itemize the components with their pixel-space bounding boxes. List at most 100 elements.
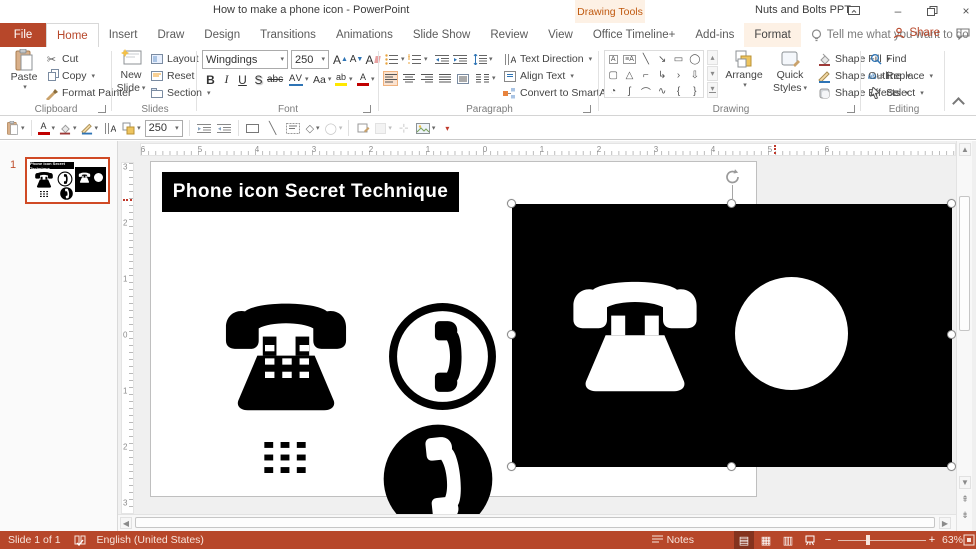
next-slide-button[interactable]: ⇟	[959, 509, 971, 522]
keypad-shape[interactable]	[263, 442, 307, 473]
clipboard-dialog-launcher[interactable]	[98, 105, 106, 113]
qat-shape-icon[interactable]: ◇ ▾	[305, 120, 321, 137]
shape-pie-icon[interactable]: ◔	[610, 86, 616, 97]
align-right-button[interactable]	[419, 71, 434, 86]
tab-draw[interactable]: Draw	[147, 23, 194, 47]
horizontal-scroll-thumb[interactable]	[135, 517, 935, 528]
shape-freeform-icon[interactable]: ʃ	[628, 86, 630, 97]
qat-bring-forward-icon[interactable]: ▾	[122, 120, 141, 137]
shape-rounded-rectangle-icon[interactable]: ▢	[608, 70, 617, 81]
tab-animations[interactable]: Animations	[326, 23, 403, 47]
handle-bottom-center[interactable]	[727, 462, 736, 471]
copy-button[interactable]: Copy ▾	[44, 68, 95, 84]
shape-vertical-text-icon[interactable]: ≡A	[623, 54, 636, 64]
shape-elbow-arrow-icon[interactable]: ↳	[658, 70, 666, 81]
bullets-icon[interactable]	[384, 52, 399, 67]
shape-curve-icon[interactable]: ∿	[658, 86, 666, 97]
paragraph-dialog-launcher[interactable]	[583, 105, 591, 113]
qat-increase-list-level-icon[interactable]	[196, 120, 212, 137]
zoom-slider-thumb[interactable]	[866, 535, 870, 545]
qat-text-box-icon[interactable]	[285, 120, 301, 137]
ribbon-display-options-icon[interactable]	[845, 3, 863, 19]
scroll-left-arrow[interactable]: ◀	[120, 517, 132, 529]
qat-decrease-list-level-icon[interactable]	[216, 120, 232, 137]
shape-oval-icon[interactable]: ◯	[689, 54, 700, 65]
title-shape[interactable]: Phone icon Secret Technique	[162, 172, 459, 212]
font-name-combo[interactable]: Wingdings ▾	[202, 50, 288, 69]
notes-button[interactable]: Notes	[651, 534, 694, 547]
handle-bottom-left[interactable]	[507, 462, 516, 471]
handle-top-left[interactable]	[507, 199, 516, 208]
qat-oval-shape-icon[interactable]: ◯ ▾	[325, 120, 343, 137]
shape-left-brace-icon[interactable]: {	[677, 86, 680, 97]
shapes-more-button[interactable]: ▾	[707, 82, 718, 98]
italic-button[interactable]: I	[219, 71, 234, 88]
slide-thumbnails-panel[interactable]: 1 Phone icon Secret Technique	[0, 141, 118, 531]
bold-button[interactable]: B	[203, 71, 218, 88]
font-color-button[interactable]: A ▾	[357, 71, 375, 88]
qat-fill-swatch-icon[interactable]: ▾	[375, 120, 392, 137]
qat-crop-icon[interactable]: ⊹	[396, 120, 412, 137]
vertical-scroll-thumb[interactable]	[959, 196, 970, 331]
circle-phone-shape[interactable]	[385, 298, 500, 415]
quick-styles-button[interactable]: Quick Styles ▾	[769, 49, 811, 95]
handle-middle-right[interactable]	[947, 330, 956, 339]
new-slide-button[interactable]: New Slide ▾	[115, 49, 147, 95]
select-button[interactable]: Select ▾	[868, 85, 924, 101]
spell-check-icon[interactable]	[71, 531, 89, 549]
qat-font-color-icon[interactable]: A ▾	[37, 120, 55, 137]
close-button[interactable]: ×	[957, 3, 975, 19]
rotate-handle-icon[interactable]	[724, 168, 741, 188]
handle-top-right[interactable]	[947, 199, 956, 208]
zoom-out-button[interactable]: −	[818, 531, 838, 549]
grow-font-button[interactable]: A ▲	[333, 51, 348, 68]
tab-add-ins[interactable]: Add-ins	[685, 23, 744, 47]
scroll-up-arrow[interactable]: ▲	[959, 143, 971, 156]
strikethrough-button[interactable]: abc	[267, 71, 283, 88]
shape-arc-icon[interactable]: ⌒	[641, 84, 651, 99]
scroll-down-arrow[interactable]: ▼	[959, 476, 971, 489]
slide-canvas[interactable]: 6543210123456 3210123 Phone icon Secret …	[118, 141, 976, 531]
tab-view[interactable]: View	[538, 23, 583, 47]
shape-down-arrow-icon[interactable]: ⇩	[691, 70, 699, 81]
tab-design[interactable]: Design	[194, 23, 250, 47]
fit-slide-to-window-icon[interactable]	[960, 531, 976, 549]
shape-text-box-icon[interactable]: A	[608, 54, 618, 64]
replace-button[interactable]: ab ⇄ Replace ▾	[868, 68, 933, 84]
qat-rectangle-shape-icon[interactable]	[245, 120, 261, 137]
qat-more-options-icon[interactable]: ▾	[439, 120, 455, 137]
qat-paste-formatting-icon[interactable]: ▾	[6, 120, 25, 137]
handle-top-center[interactable]	[727, 199, 736, 208]
shape-rectangle-icon[interactable]: ▭	[674, 54, 683, 65]
handle-middle-left[interactable]	[507, 330, 516, 339]
tab-file[interactable]: File	[0, 23, 46, 47]
arrange-button[interactable]: Arrange ▾	[723, 49, 765, 89]
slide-sorter-view-button[interactable]: ▦	[756, 531, 776, 549]
qat-edit-shape-icon[interactable]	[355, 120, 371, 137]
shapes-scroll-up[interactable]: ▴	[707, 50, 718, 65]
font-size-combo[interactable]: 250 ▾	[291, 50, 329, 69]
shapes-gallery[interactable]: A ≡A ╲ ↘ ▭ ◯ ▢ △ ⌐ ↳ › ⇩ ◔ ʃ ⌒ ∿ { }	[604, 50, 704, 99]
align-text-button[interactable]: Align Text ▾	[502, 68, 574, 84]
distributed-button[interactable]	[455, 71, 470, 86]
align-center-button[interactable]	[401, 71, 416, 86]
qat-shape-fill-icon[interactable]: ▾	[59, 120, 77, 137]
collapse-ribbon-icon[interactable]	[952, 97, 965, 110]
character-spacing-button[interactable]: AV ▾	[289, 71, 309, 88]
underline-button[interactable]: U	[235, 71, 250, 88]
tab-review[interactable]: Review	[480, 23, 538, 47]
cut-button[interactable]: ✂ Cut	[44, 51, 78, 67]
tab-insert[interactable]: Insert	[99, 23, 148, 47]
shapes-scroll-down[interactable]: ▾	[707, 66, 718, 81]
align-left-button[interactable]	[383, 71, 398, 86]
tab-office-timeline[interactable]: Office Timeline+	[583, 23, 686, 47]
text-direction-button[interactable]: A Text Direction ▾	[502, 51, 592, 67]
vertical-scrollbar[interactable]: ▲ ▼ ⇞ ⇟	[956, 141, 972, 531]
normal-view-button[interactable]: ▤	[734, 531, 754, 549]
shape-arrow-icon[interactable]: ↘	[658, 54, 666, 65]
scroll-right-arrow[interactable]: ▶	[939, 517, 951, 529]
qat-font-size-combo[interactable]: 250 ▾	[144, 119, 183, 137]
tab-home[interactable]: Home	[46, 23, 99, 47]
highlight-color-button[interactable]: ab ▾	[335, 71, 353, 88]
justify-button[interactable]	[437, 71, 452, 86]
